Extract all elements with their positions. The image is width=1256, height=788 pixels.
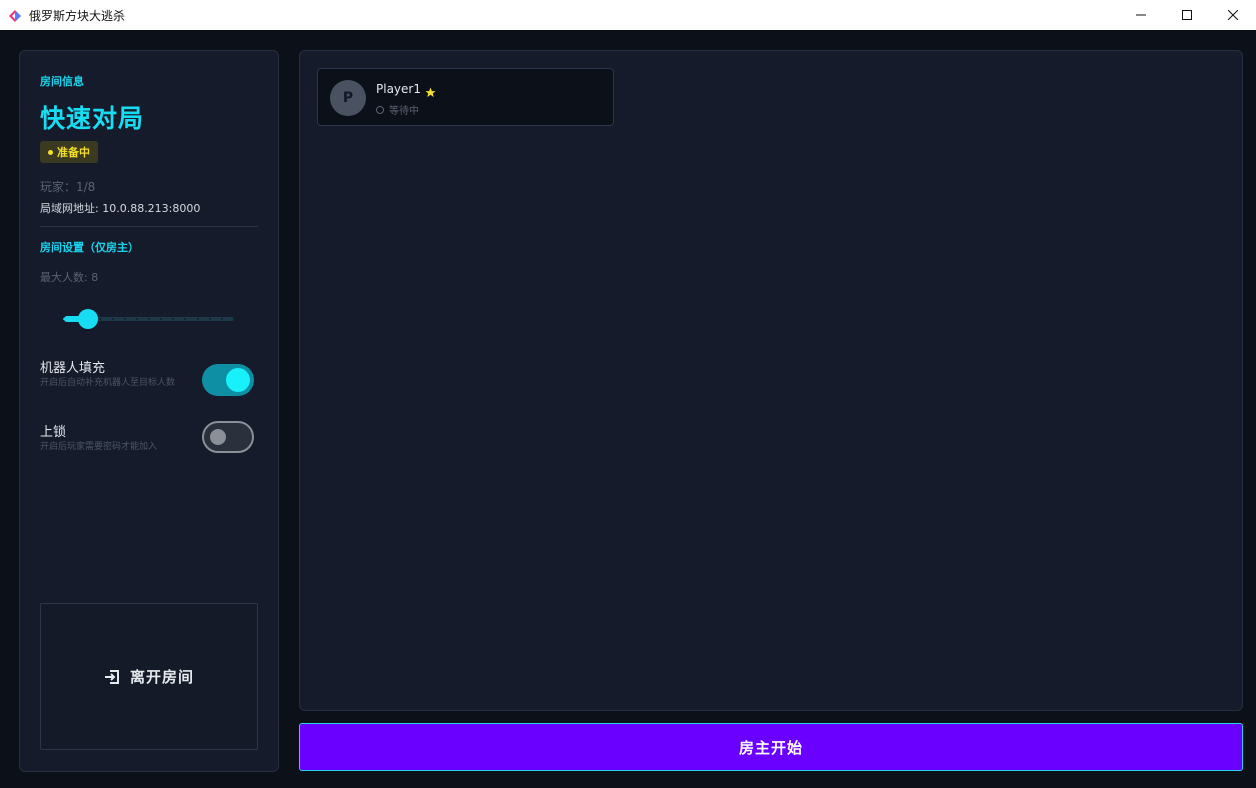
maximize-icon bbox=[1182, 10, 1192, 20]
toggle-knob bbox=[226, 368, 250, 392]
max-players-slider[interactable] bbox=[63, 309, 235, 329]
bot-fill-toggle[interactable] bbox=[202, 364, 254, 396]
slider-tick bbox=[208, 318, 211, 320]
room-settings-label: 房间设置（仅房主） bbox=[40, 241, 139, 254]
max-players-label: 最大人数: 8 bbox=[40, 271, 99, 284]
room-status-badge: 准备中 bbox=[40, 141, 98, 163]
bot-fill-description: 开启后自动补充机器人至目标人数 bbox=[40, 378, 176, 388]
app-logo-icon bbox=[8, 8, 22, 22]
slider-handle[interactable] bbox=[78, 309, 99, 329]
status-dot-icon bbox=[48, 149, 53, 155]
slider-tick bbox=[135, 318, 138, 320]
room-status-text: 准备中 bbox=[57, 146, 90, 159]
close-button[interactable] bbox=[1210, 0, 1256, 30]
player-list-panel: P Player1 等待中 bbox=[299, 50, 1243, 711]
bot-fill-title: 机器人填充 bbox=[40, 361, 106, 376]
window-title: 俄罗斯方块大逃杀 bbox=[29, 8, 126, 23]
minimize-button[interactable] bbox=[1118, 0, 1164, 30]
lock-title: 上锁 bbox=[40, 425, 67, 440]
divider bbox=[40, 226, 258, 227]
start-game-button[interactable]: 房主开始 bbox=[299, 723, 1243, 771]
slider-tick bbox=[220, 318, 223, 320]
circle-icon bbox=[376, 105, 384, 114]
slider-tick bbox=[148, 318, 150, 320]
slider-tick bbox=[233, 318, 235, 320]
lan-address: 局域网地址: 10.0.88.213:8000 bbox=[40, 202, 201, 215]
room-info-label: 房间信息 bbox=[40, 75, 84, 88]
toggle-knob bbox=[210, 429, 226, 445]
slider-tick bbox=[123, 318, 126, 320]
player-name: Player1 bbox=[376, 82, 421, 96]
room-info-panel: 房间信息 快速对局 准备中 玩家：1/8 局域网地址: 10.0.88.213:… bbox=[19, 50, 279, 772]
maximize-button[interactable] bbox=[1164, 0, 1210, 30]
title-bar: 俄罗斯方块大逃杀 bbox=[0, 0, 1256, 30]
lock-toggle[interactable] bbox=[202, 421, 254, 453]
minimize-icon bbox=[1136, 14, 1146, 16]
player-status-text: 等待中 bbox=[389, 106, 419, 117]
leave-room-label: 离开房间 bbox=[129, 668, 194, 686]
slider-tick bbox=[111, 318, 114, 320]
room-name: 快速对局 bbox=[40, 104, 145, 133]
lock-description: 开启后玩家需要密码才能加入 bbox=[40, 442, 158, 452]
window-controls bbox=[1118, 0, 1256, 30]
slider-tick bbox=[63, 318, 65, 320]
exit-door-icon bbox=[104, 669, 120, 685]
player-card: P Player1 等待中 bbox=[317, 68, 614, 126]
player-count: 玩家：1/8 bbox=[40, 180, 96, 194]
slider-tick bbox=[196, 318, 199, 320]
avatar: P bbox=[330, 80, 366, 116]
leave-room-button[interactable]: 离开房间 bbox=[40, 603, 258, 750]
star-icon bbox=[425, 83, 436, 102]
close-icon bbox=[1228, 10, 1238, 20]
player-status: 等待中 bbox=[376, 102, 419, 117]
